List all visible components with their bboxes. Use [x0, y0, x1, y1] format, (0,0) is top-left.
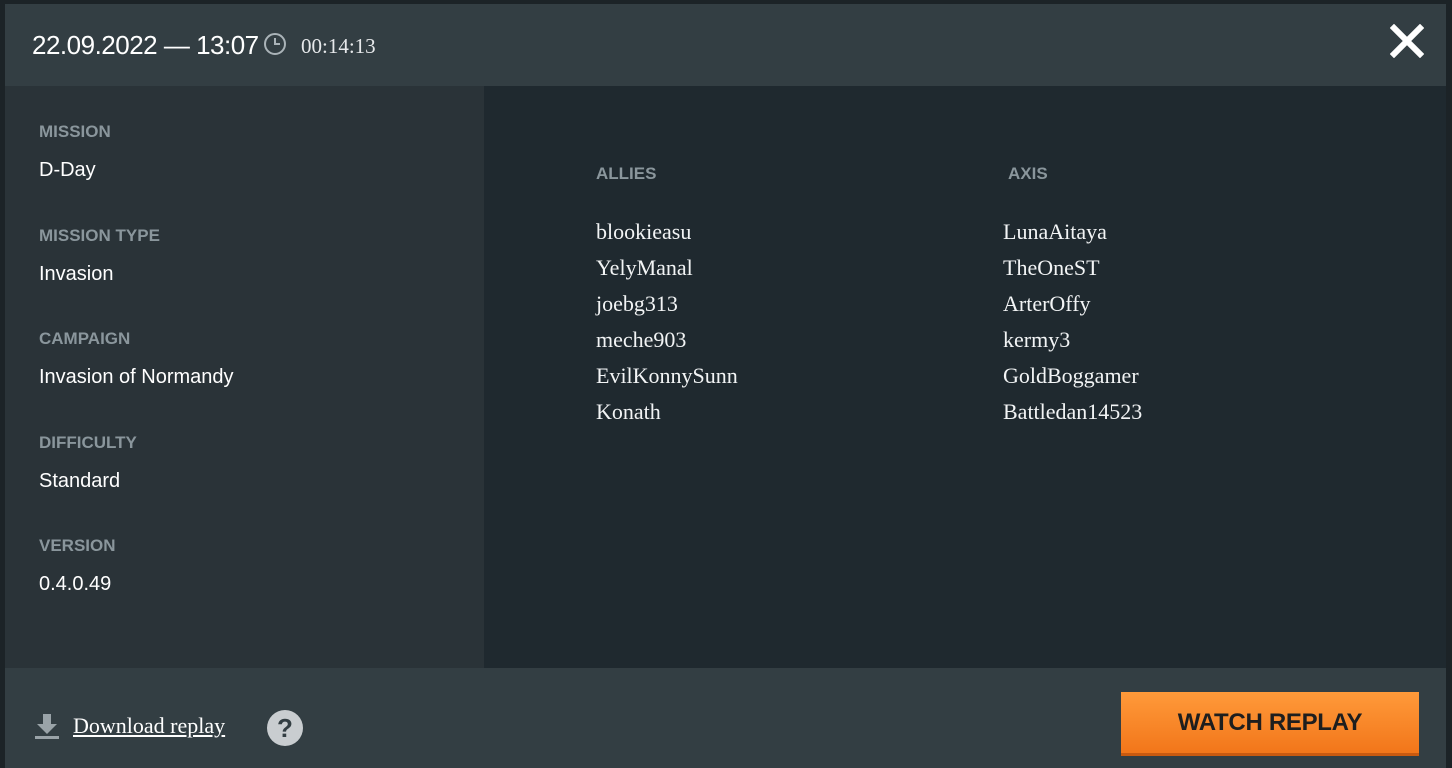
difficulty-value: Standard [39, 470, 121, 492]
allies-player-list: blookieasu YelyManal joebg313 meche903 E… [596, 214, 738, 430]
axis-heading: AXIS [1008, 164, 1048, 183]
player-name: Battledan14523 [1003, 399, 1143, 424]
download-icon [35, 714, 59, 739]
player-name: blookieasu [596, 219, 692, 244]
player-name: EvilKonnySunn [596, 363, 738, 388]
campaign-field: CAMPAIGN Invasion of Normandy [39, 329, 234, 389]
teams-panel: ALLIES blookieasu YelyManal joebg313 mec… [484, 86, 1446, 668]
mission-type-label: MISSION TYPE [39, 226, 160, 245]
mission-label: MISSION [39, 122, 111, 141]
player-name: GoldBoggamer [1003, 363, 1139, 388]
replay-details-modal: 22.09.2022 — 13:07 00:14:13 MISSION D-Da… [5, 4, 1446, 768]
version-field: VERSION 0.4.0.49 [39, 536, 116, 596]
close-icon[interactable] [1390, 24, 1424, 58]
player-name: TheOneST [1003, 255, 1100, 280]
difficulty-field: DIFFICULTY Standard [39, 433, 137, 493]
axis-player-list: LunaAitaya TheOneST ArterOffy kermy3 Gol… [1003, 214, 1142, 430]
modal-footer: Download replay ? WATCH REPLAY [5, 668, 1446, 768]
download-replay-label[interactable]: Download replay [73, 713, 225, 739]
player-name: Konath [596, 399, 661, 424]
campaign-label: CAMPAIGN [39, 329, 131, 348]
allies-heading: ALLIES [596, 164, 657, 183]
mission-field: MISSION D-Day [39, 122, 111, 182]
mission-type-field: MISSION TYPE Invasion [39, 226, 160, 286]
help-icon[interactable]: ? [267, 710, 303, 746]
player-name: ArterOffy [1003, 291, 1091, 316]
campaign-value: Invasion of Normandy [39, 366, 234, 388]
match-date: 22.09.2022 — 13:07 [32, 30, 259, 60]
mission-type-value: Invasion [39, 263, 114, 285]
player-name: kermy3 [1003, 327, 1071, 352]
version-value: 0.4.0.49 [39, 573, 112, 595]
mission-details-panel: MISSION D-Day MISSION TYPE Invasion CAMP… [5, 86, 484, 668]
modal-header: 22.09.2022 — 13:07 00:14:13 [5, 4, 1446, 86]
player-name: meche903 [596, 327, 687, 352]
version-label: VERSION [39, 536, 116, 555]
clock-icon [264, 33, 286, 55]
difficulty-label: DIFFICULTY [39, 433, 137, 452]
download-replay-link[interactable]: Download replay [33, 712, 225, 740]
player-name: LunaAitaya [1003, 219, 1107, 244]
mission-value: D-Day [39, 159, 96, 181]
player-name: joebg313 [596, 291, 678, 316]
player-name: YelyManal [596, 255, 693, 280]
watch-replay-button[interactable]: WATCH REPLAY [1121, 692, 1419, 756]
match-duration: 00:14:13 [301, 34, 376, 58]
